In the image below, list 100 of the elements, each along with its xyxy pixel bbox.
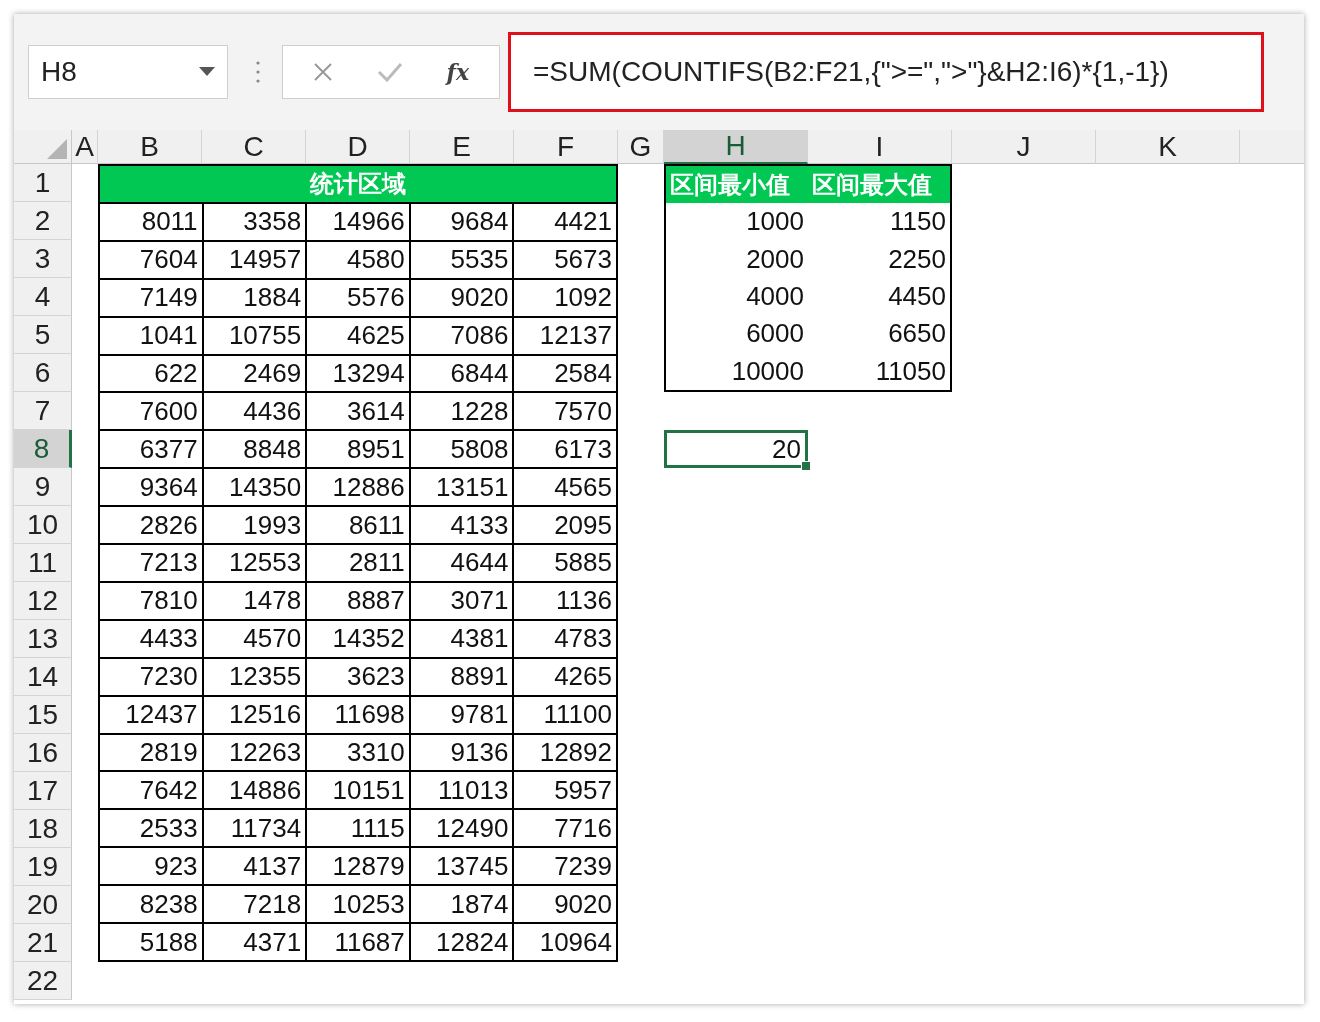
table-cell: 12263 bbox=[203, 734, 306, 771]
table-cell: 2095 bbox=[514, 507, 616, 544]
row-header[interactable]: 18 bbox=[14, 810, 72, 848]
table-cell: 1884 bbox=[203, 279, 306, 316]
table-cell: 12355 bbox=[203, 658, 306, 695]
table-cell: 14957 bbox=[203, 241, 306, 278]
table-cell: 2819 bbox=[100, 734, 202, 771]
table-cell: 4436 bbox=[203, 393, 306, 430]
table-cell: 4133 bbox=[410, 507, 513, 544]
table-cell: 5535 bbox=[410, 241, 513, 278]
table-cell: 4580 bbox=[307, 241, 409, 278]
selected-cell[interactable]: 20 bbox=[664, 430, 808, 468]
table-cell: 1478 bbox=[203, 582, 306, 619]
table-cell: 8611 bbox=[307, 507, 409, 544]
table-cell: 1993 bbox=[203, 507, 306, 544]
row-header[interactable]: 15 bbox=[14, 696, 72, 734]
table-cell: 8011 bbox=[100, 203, 202, 240]
column-header[interactable]: F bbox=[514, 130, 618, 164]
column-header[interactable]: C bbox=[202, 130, 306, 164]
column-header[interactable]: G bbox=[618, 130, 664, 164]
cancel-icon[interactable] bbox=[312, 62, 333, 82]
column-header[interactable]: A bbox=[72, 130, 98, 164]
table-cell: 7218 bbox=[203, 886, 306, 923]
table-cell: 11013 bbox=[410, 772, 513, 809]
column-heading: 区间最小值 bbox=[666, 166, 808, 204]
table-cell: 7642 bbox=[100, 772, 202, 809]
table-cell: 8848 bbox=[203, 431, 306, 468]
row-header[interactable]: 3 bbox=[14, 240, 72, 278]
table-cell: 5576 bbox=[307, 279, 409, 316]
row-header[interactable]: 19 bbox=[14, 848, 72, 886]
table-cell: 3358 bbox=[203, 203, 306, 240]
table-cell: 12553 bbox=[203, 545, 306, 581]
check-icon[interactable] bbox=[376, 62, 403, 82]
table-cell: 5957 bbox=[514, 772, 616, 809]
table-cell: 9684 bbox=[410, 203, 513, 240]
row-header[interactable]: 4 bbox=[14, 278, 72, 316]
table-cell: 14350 bbox=[203, 469, 306, 506]
row-header[interactable]: 6 bbox=[14, 354, 72, 392]
row-header[interactable]: 5 bbox=[14, 316, 72, 354]
row-header[interactable]: 21 bbox=[14, 924, 72, 962]
table-cell: 12137 bbox=[514, 317, 616, 354]
table-cell: 14966 bbox=[307, 203, 409, 240]
column-header[interactable]: J bbox=[952, 130, 1096, 164]
row-header[interactable]: 12 bbox=[14, 582, 72, 620]
table-cell: 6377 bbox=[100, 431, 202, 468]
row-header[interactable]: 11 bbox=[14, 544, 72, 582]
table-cell: 4783 bbox=[514, 620, 616, 657]
row-header[interactable]: 1 bbox=[14, 164, 72, 202]
row-header[interactable]: 14 bbox=[14, 658, 72, 696]
table-cell: 12892 bbox=[514, 734, 616, 771]
table-cell: 3310 bbox=[307, 734, 409, 771]
table-cell: 5885 bbox=[514, 545, 616, 581]
column-header[interactable]: I bbox=[808, 130, 952, 164]
fill-handle[interactable] bbox=[801, 461, 811, 471]
select-all-corner[interactable] bbox=[14, 130, 72, 164]
row-header[interactable]: 2 bbox=[14, 202, 72, 240]
table-cell: 9136 bbox=[410, 734, 513, 771]
row-header[interactable]: 20 bbox=[14, 886, 72, 924]
table-cell: 7230 bbox=[100, 658, 202, 695]
select-all-icon[interactable] bbox=[47, 139, 67, 159]
row-header[interactable]: 13 bbox=[14, 620, 72, 658]
row-header[interactable]: 8 bbox=[14, 430, 72, 468]
row-header[interactable]: 9 bbox=[14, 468, 72, 506]
table-cell: 9364 bbox=[100, 469, 202, 506]
table-cell: 12490 bbox=[410, 810, 513, 847]
row-header[interactable]: 7 bbox=[14, 392, 72, 430]
table-cell: 12879 bbox=[307, 848, 409, 885]
table-cell: 11698 bbox=[307, 696, 409, 733]
table-cell: 7604 bbox=[100, 241, 202, 278]
table-cell: 923 bbox=[100, 848, 202, 885]
column-header[interactable]: E bbox=[410, 130, 514, 164]
column-header[interactable]: K bbox=[1096, 130, 1240, 164]
row-header[interactable]: 16 bbox=[14, 734, 72, 772]
table-cell: 3614 bbox=[307, 393, 409, 430]
table-cell: 10755 bbox=[203, 317, 306, 354]
table-cell: 12886 bbox=[307, 469, 409, 506]
formula-field[interactable]: =SUM(COUNTIFS(B2:F21,{">=",">"}&H2:I6)*{1,-1}) bbox=[508, 32, 1264, 112]
table-cell: 3623 bbox=[307, 658, 409, 695]
table-cell: 4137 bbox=[203, 848, 306, 885]
table-cell: 2469 bbox=[203, 355, 306, 392]
table-cell: 10253 bbox=[307, 886, 409, 923]
table-cell: 4625 bbox=[307, 317, 409, 354]
name-box[interactable]: H8 bbox=[28, 45, 228, 99]
column-heading: 区间最大值 bbox=[808, 166, 950, 204]
caret-icon[interactable] bbox=[199, 67, 215, 77]
insert-function-button[interactable]: fx bbox=[446, 59, 470, 85]
row-header[interactable]: 17 bbox=[14, 772, 72, 810]
row-header[interactable]: 10 bbox=[14, 506, 72, 544]
column-header[interactable]: H bbox=[664, 130, 808, 164]
table-cell: 1092 bbox=[514, 279, 616, 316]
column-header[interactable]: B bbox=[98, 130, 202, 164]
table-cell: 1874 bbox=[410, 886, 513, 923]
table-cell: 12824 bbox=[410, 924, 513, 960]
table-cell: 8887 bbox=[307, 582, 409, 619]
table-cell: 7086 bbox=[410, 317, 513, 354]
table-cell: 7810 bbox=[100, 582, 202, 619]
row-header[interactable]: 22 bbox=[14, 962, 72, 1000]
column-header[interactable]: D bbox=[306, 130, 410, 164]
table-cell: 6173 bbox=[514, 431, 616, 468]
table-cell: 12516 bbox=[203, 696, 306, 733]
